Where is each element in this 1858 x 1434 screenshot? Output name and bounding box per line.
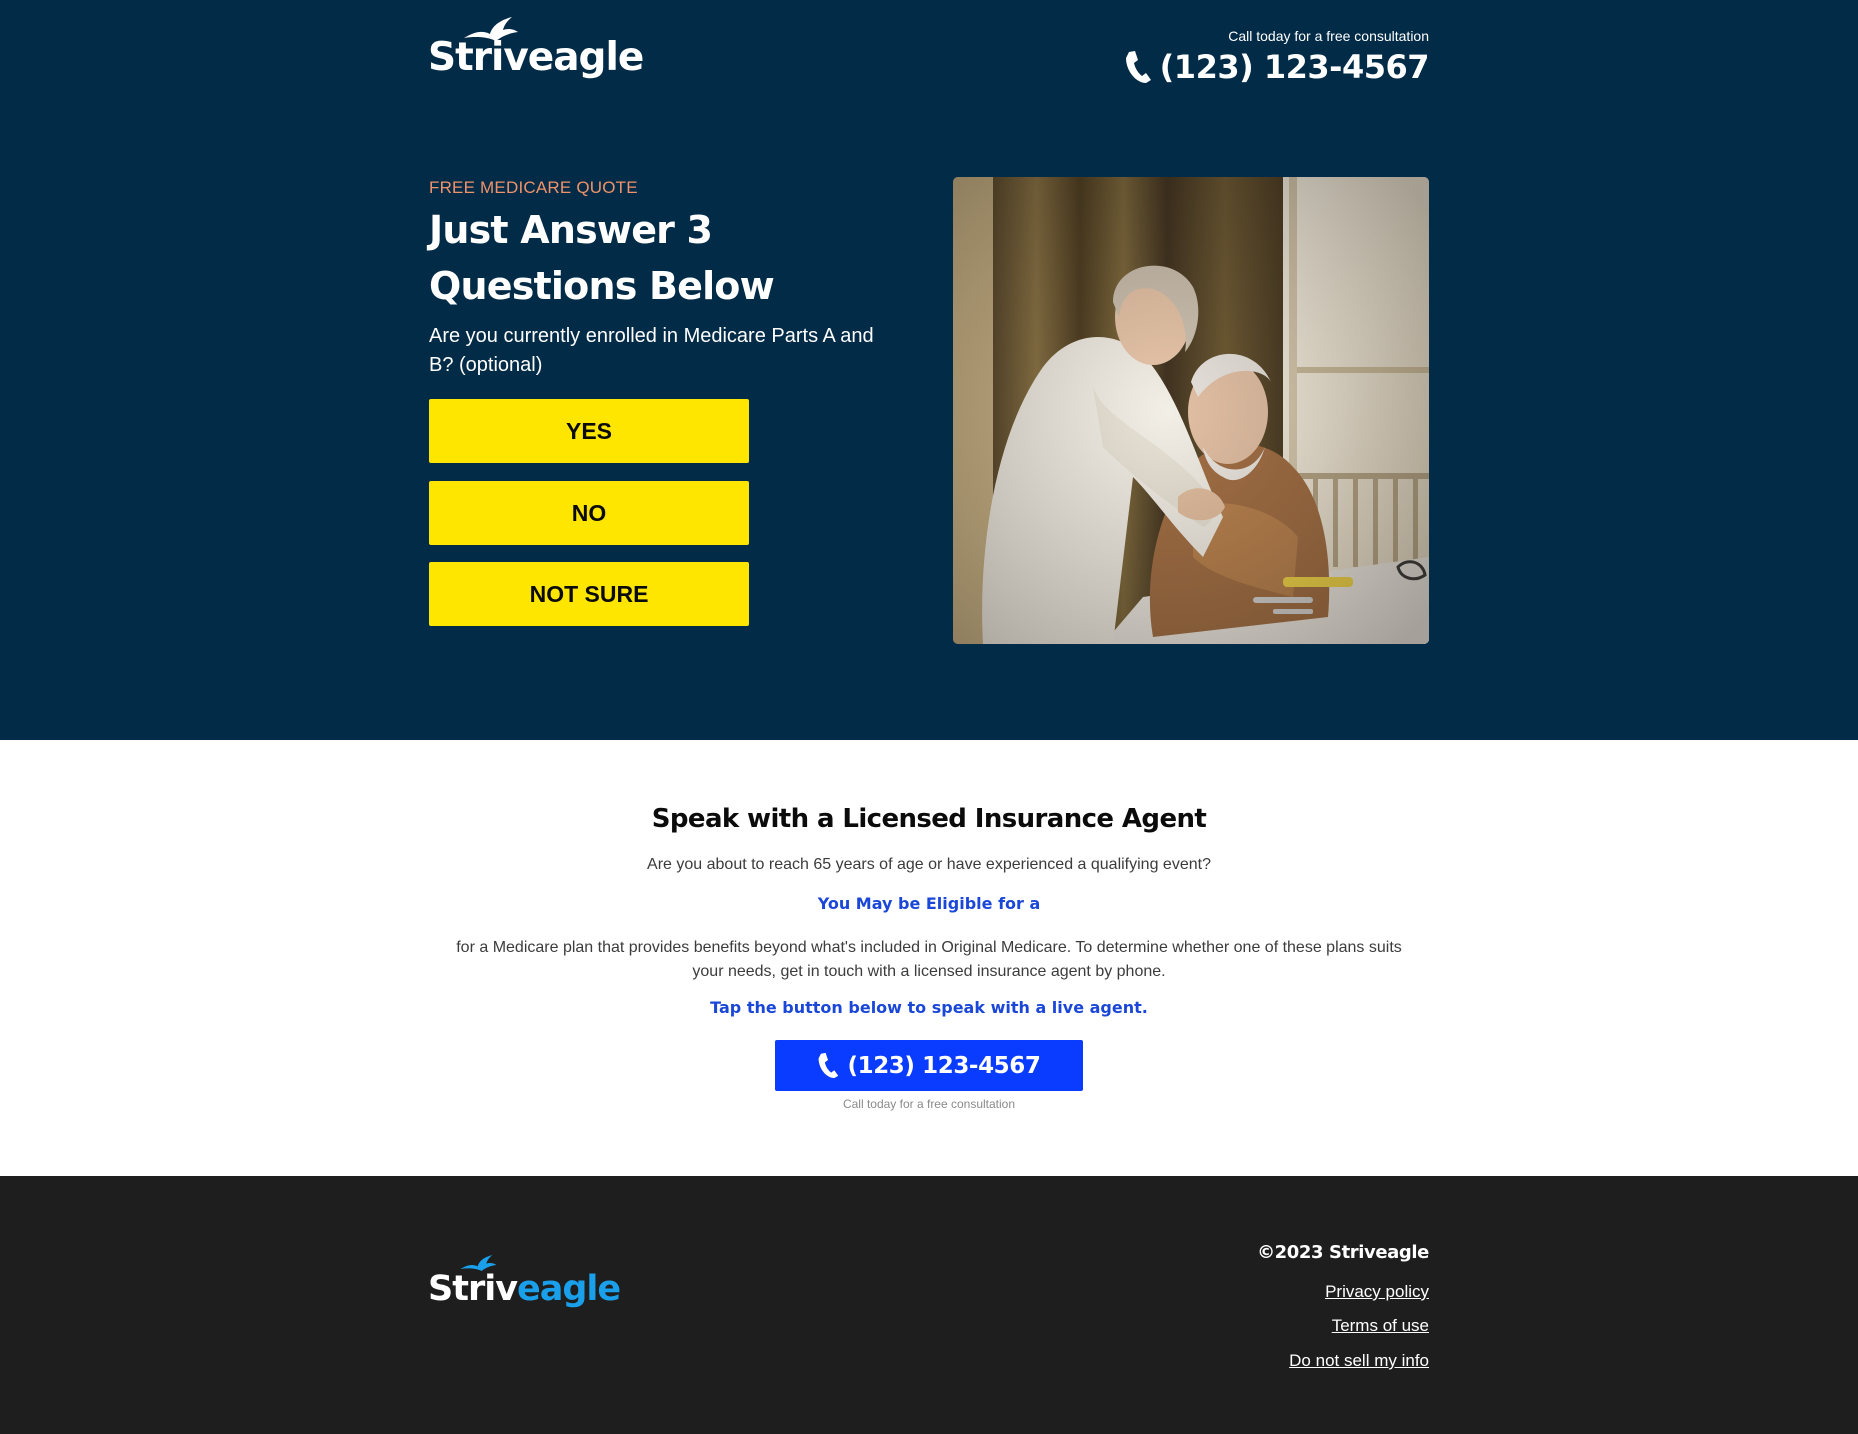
- phone-icon: [819, 1052, 839, 1079]
- header-phone-number: (123) 123-4567: [1159, 48, 1430, 86]
- elderly-couple-photo: [953, 177, 1429, 644]
- answer-yes-button[interactable]: YES: [429, 399, 749, 463]
- cta-phone-number: (123) 123-4567: [847, 1052, 1041, 1079]
- brand-logo[interactable]: Striveagle: [428, 16, 644, 80]
- footer-brand-logo[interactable]: Striveagle: [428, 1252, 621, 1310]
- hero-section: Striveagle Call today for a free consult…: [0, 0, 1858, 740]
- hero-eyebrow: FREE MEDICARE QUOTE: [429, 178, 638, 197]
- agent-description: for a Medicare plan that provides benefi…: [456, 939, 1402, 980]
- brand-wordmark: Striveagle: [428, 35, 644, 80]
- header-phone-link[interactable]: (123) 123-4567: [1124, 48, 1430, 86]
- hero-photo: [953, 177, 1429, 644]
- header-call: Call today for a free consultation (123)…: [1124, 28, 1430, 86]
- cta-note: Call today for a free consultation: [842, 1097, 1016, 1111]
- footer: Striveagle ©2023 Striveagle Privacy poli…: [0, 1176, 1858, 1434]
- do-not-sell-link[interactable]: Do not sell my info: [1289, 1351, 1429, 1371]
- footer-brand-wordmark: Striveagle: [428, 1269, 621, 1309]
- agent-section: Speak with a Licensed Insurance Agent Ar…: [0, 740, 1858, 1176]
- call-agent-button[interactable]: (123) 123-4567: [775, 1040, 1083, 1091]
- eligibility-text: You May be Eligible for a: [817, 894, 1041, 913]
- tap-instruction: Tap the button below to speak with a liv…: [710, 998, 1148, 1017]
- agent-subtitle: Are you about to reach 65 years of age o…: [647, 856, 1211, 873]
- agent-title: Speak with a Licensed Insurance Agent: [651, 804, 1207, 834]
- quiz-question: Are you currently enrolled in Medicare P…: [429, 325, 874, 376]
- terms-of-use-link[interactable]: Terms of use: [1332, 1316, 1429, 1336]
- copyright: ©2023 Striveagle: [1257, 1242, 1429, 1263]
- answer-no-button[interactable]: NO: [429, 481, 749, 545]
- hero-headline: Just Answer 3 Questions Below: [429, 208, 775, 308]
- call-note: Call today for a free consultation: [1228, 28, 1429, 44]
- phone-icon: [1125, 51, 1151, 83]
- privacy-policy-link[interactable]: Privacy policy: [1325, 1282, 1429, 1302]
- answer-not-sure-button[interactable]: NOT SURE: [429, 562, 749, 626]
